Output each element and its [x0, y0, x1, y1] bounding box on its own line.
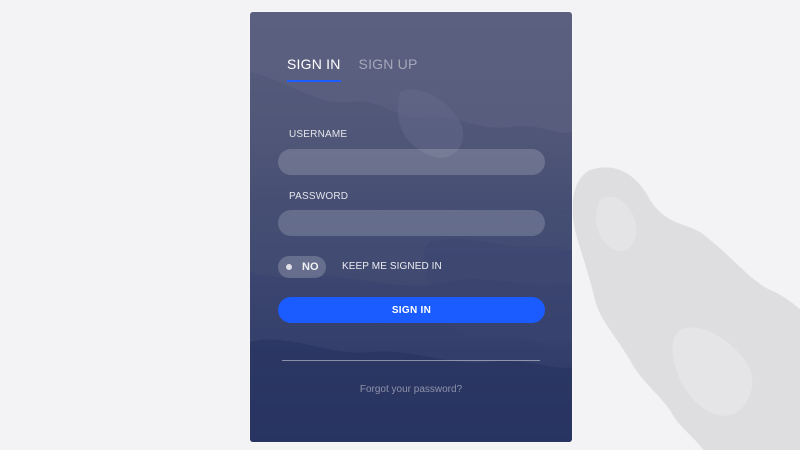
toggle-state-label: NO	[302, 261, 319, 273]
sign-in-button[interactable]: SIGN IN	[278, 297, 545, 323]
keep-signed-in-label: KEEP ME SIGNED IN	[342, 261, 442, 272]
page: SIGN IN SIGN UP USERNAME PASSWORD NO KEE…	[0, 0, 800, 450]
password-label: PASSWORD	[289, 191, 349, 202]
divider	[282, 360, 540, 361]
username-input[interactable]	[278, 149, 545, 175]
username-label: USERNAME	[289, 129, 348, 140]
tab-sign-up[interactable]: SIGN UP	[359, 56, 418, 82]
keep-signed-in-toggle[interactable]: NO	[278, 256, 326, 278]
password-input[interactable]	[278, 210, 545, 236]
login-card: SIGN IN SIGN UP USERNAME PASSWORD NO KEE…	[250, 12, 572, 442]
tab-sign-in[interactable]: SIGN IN	[287, 56, 341, 82]
auth-tabs: SIGN IN SIGN UP	[287, 56, 418, 82]
forgot-password-link[interactable]: Forgot your password?	[250, 384, 572, 395]
background-decoration	[572, 167, 800, 450]
toggle-knob	[286, 264, 292, 270]
